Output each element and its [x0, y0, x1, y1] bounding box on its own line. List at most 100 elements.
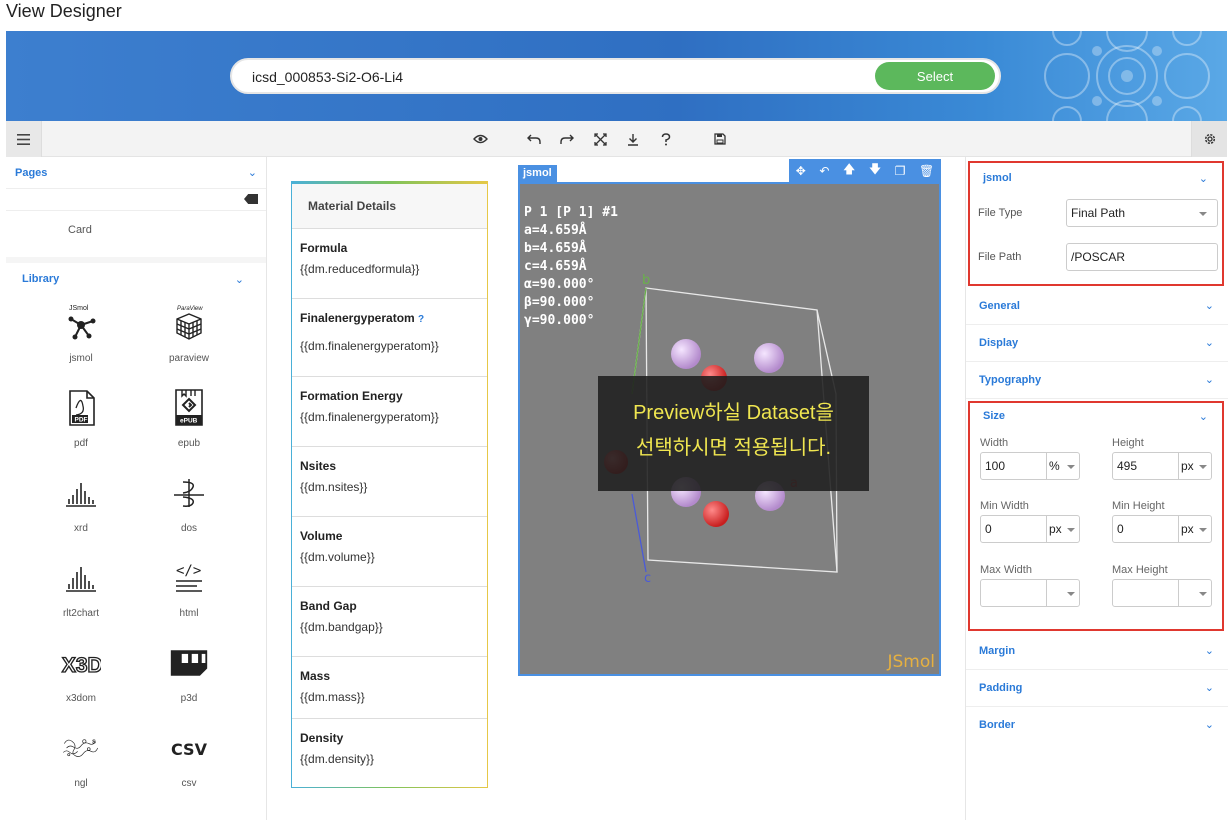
- typography-section-header[interactable]: Typography ⌄: [966, 361, 1228, 398]
- gear-icon[interactable]: [1191, 121, 1227, 157]
- library-item-jsmol[interactable]: JSmol jsmol: [27, 295, 135, 380]
- field-value: {{dm.mass}}: [300, 690, 365, 704]
- library-item-label: pdf: [74, 438, 88, 449]
- select-button[interactable]: Select: [875, 62, 995, 90]
- field-mass[interactable]: Mass {{dm.mass}}: [292, 657, 487, 719]
- select-parent-icon[interactable]: ↶: [819, 164, 829, 178]
- chevron-down-icon: ⌄: [1204, 645, 1214, 657]
- field-value: {{dm.density}}: [300, 752, 375, 766]
- field-name: Volume: [300, 529, 343, 543]
- move-up-icon[interactable]: 🡅: [843, 160, 855, 181]
- library-item-csv[interactable]: CSV csv: [135, 720, 243, 805]
- field-density[interactable]: Density {{dm.density}}: [292, 719, 487, 789]
- field-nsites[interactable]: Nsites {{dm.nsites}}: [292, 447, 487, 517]
- field-name: Nsites: [300, 459, 337, 473]
- max-width-unit-select[interactable]: [1047, 580, 1079, 606]
- width-unit-select[interactable]: %: [1047, 453, 1079, 479]
- height-control: Height 495 px: [1112, 437, 1212, 480]
- copy-icon[interactable]: ❐: [895, 164, 906, 178]
- min-width-unit-select[interactable]: px: [1047, 516, 1079, 542]
- min-height-input[interactable]: 0: [1113, 516, 1179, 542]
- download-icon[interactable]: [620, 121, 646, 157]
- field-value: {{dm.bandgap}}: [300, 620, 383, 634]
- border-section[interactable]: Border ⌄: [966, 706, 1228, 743]
- save-icon[interactable]: [707, 121, 733, 157]
- field-finalenergyperatom[interactable]: Finalenergyperatom ? {{dm.finalenergyper…: [292, 299, 487, 377]
- file-path-value: /POSCAR: [1071, 250, 1126, 264]
- library-item-ngl[interactable]: S ngl: [27, 720, 135, 805]
- field-name-row: Finalenergyperatom ?: [300, 311, 479, 325]
- redo-icon[interactable]: [554, 121, 580, 157]
- library-item-html[interactable]: </> html: [135, 550, 243, 635]
- general-section[interactable]: General ⌄: [966, 287, 1228, 325]
- move-icon[interactable]: ✥: [796, 164, 806, 178]
- library-item-paraview[interactable]: ParaView paraview: [135, 295, 243, 380]
- height-input-group: 495 px: [1112, 452, 1212, 480]
- min-width-input[interactable]: 0: [981, 516, 1047, 542]
- typography-section[interactable]: Typography ⌄: [966, 361, 1228, 399]
- axis-label-c: c: [644, 571, 651, 586]
- field-volume[interactable]: Volume {{dm.volume}}: [292, 517, 487, 587]
- dropdown-caret-icon: [1199, 465, 1207, 469]
- jsmol-component-tag[interactable]: jsmol: [518, 165, 557, 183]
- undo-icon[interactable]: [521, 121, 547, 157]
- field-formula[interactable]: Formula {{dm.reducedformula}}: [292, 229, 487, 299]
- general-section-header[interactable]: General ⌄: [966, 287, 1228, 324]
- field-value: {{dm.finalenergyperatom}}: [300, 410, 439, 424]
- margin-section-header[interactable]: Margin ⌄: [966, 632, 1228, 669]
- library-item-xrd[interactable]: xrd: [27, 465, 135, 550]
- size-section-header[interactable]: Size ⌄: [970, 403, 1222, 429]
- chevron-down-icon: ⌄: [247, 167, 257, 179]
- max-width-input[interactable]: [981, 580, 1047, 606]
- library-item-pdf[interactable]: PDF pdf: [27, 380, 135, 465]
- margin-section[interactable]: Margin ⌄: [966, 632, 1228, 670]
- clear-icon[interactable]: [244, 194, 258, 204]
- ngl-icon: S: [61, 728, 101, 768]
- file-path-input[interactable]: /POSCAR: [1066, 243, 1218, 271]
- file-type-select[interactable]: Final Path: [1066, 199, 1218, 227]
- min-height-unit-select[interactable]: px: [1179, 516, 1211, 542]
- padding-section-header[interactable]: Padding ⌄: [966, 669, 1228, 706]
- library-item-rlt2chart[interactable]: rlt2chart: [27, 550, 135, 635]
- help-icon[interactable]: ?: [418, 314, 424, 325]
- library-item-epub[interactable]: ePUB epub: [135, 380, 243, 465]
- jsmol-viewer[interactable]: b c a P 1 [P 1] #1 a=4.659Å b=4.659Å c=4…: [518, 182, 941, 676]
- library-item-x3dom[interactable]: X3D x3dom: [27, 635, 135, 720]
- dropdown-caret-icon: [1199, 528, 1207, 532]
- delete-icon[interactable]: 🗑: [919, 164, 934, 178]
- min-height-label: Min Height: [1112, 500, 1165, 512]
- library-item-p3d[interactable]: p3d: [135, 635, 243, 720]
- dos-icon: [169, 473, 209, 513]
- jsmol-section-header[interactable]: jsmol ⌄: [970, 163, 1222, 193]
- field-band-gap[interactable]: Band Gap {{dm.bandgap}}: [292, 587, 487, 657]
- menu-icon[interactable]: [6, 121, 42, 157]
- library-item-label: paraview: [168, 353, 210, 364]
- display-section-header[interactable]: Display ⌄: [966, 324, 1228, 361]
- field-formation-energy[interactable]: Formation Energy {{dm.finalenergyperatom…: [292, 377, 487, 447]
- typography-label: Typography: [979, 373, 1042, 386]
- move-down-icon[interactable]: 🡇: [869, 160, 881, 181]
- field-name: Mass: [300, 669, 331, 683]
- border-section-header[interactable]: Border ⌄: [966, 706, 1228, 743]
- pages-search[interactable]: [6, 189, 266, 211]
- eye-icon[interactable]: [467, 121, 493, 157]
- width-input[interactable]: 100: [981, 453, 1047, 479]
- height-input[interactable]: 495: [1113, 453, 1179, 479]
- fullscreen-icon[interactable]: [587, 121, 613, 157]
- max-height-input-group: [1112, 579, 1212, 607]
- max-height-unit-select[interactable]: [1179, 580, 1211, 606]
- library-item-dos[interactable]: dos: [135, 465, 243, 550]
- dataset-search-input[interactable]: [252, 67, 852, 87]
- material-details-card[interactable]: Material Details Formula {{dm.reducedfor…: [291, 181, 488, 788]
- help-icon[interactable]: [653, 121, 679, 157]
- width-label: Width: [980, 437, 1009, 449]
- padding-section[interactable]: Padding ⌄: [966, 669, 1228, 707]
- max-height-input[interactable]: [1113, 580, 1179, 606]
- page-item-card[interactable]: Card: [6, 211, 266, 263]
- display-section[interactable]: Display ⌄: [966, 324, 1228, 362]
- height-unit-select[interactable]: px: [1179, 453, 1211, 479]
- library-section-header[interactable]: Library ⌄: [6, 263, 266, 295]
- pages-section-header[interactable]: Pages ⌄: [6, 157, 266, 189]
- pages-label: Pages: [15, 166, 48, 179]
- html-icon: </>: [169, 558, 209, 598]
